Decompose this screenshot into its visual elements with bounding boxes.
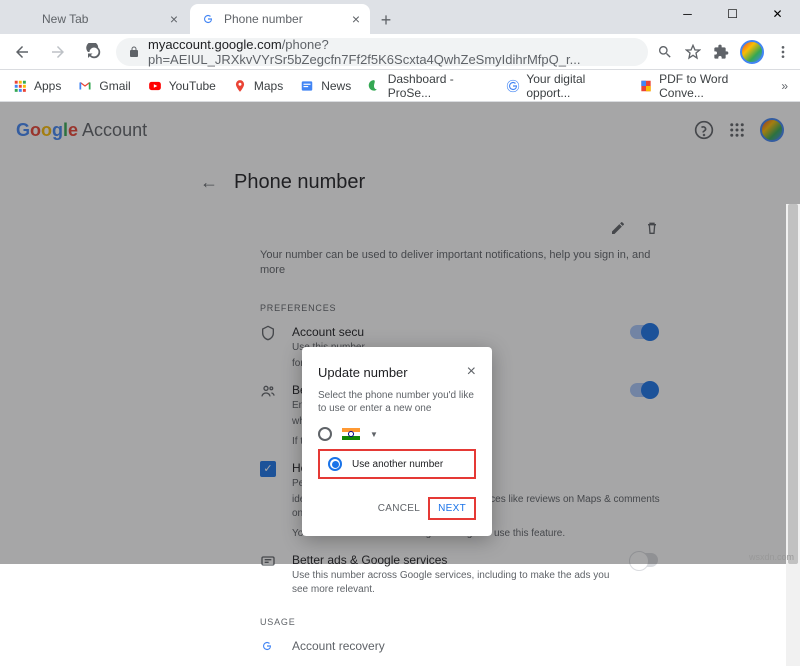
bookmarks-overflow-icon[interactable]: » xyxy=(781,79,788,93)
bookmark-label: Gmail xyxy=(99,79,130,93)
blank-tab-icon xyxy=(18,11,34,27)
browser-titlebar: New Tab × Phone number × + ─ ☐ ✕ xyxy=(0,0,800,34)
bookmark-maps[interactable]: Maps xyxy=(232,78,283,94)
forward-button[interactable] xyxy=(44,38,72,66)
back-button[interactable] xyxy=(8,38,36,66)
bookmark-pdf[interactable]: PDF to Word Conve... xyxy=(639,72,766,100)
radio-option-new-highlighted[interactable]: Use another number xyxy=(318,449,476,479)
close-icon[interactable]: × xyxy=(170,11,178,27)
radio-unselected-icon xyxy=(318,427,332,441)
reload-button[interactable] xyxy=(80,38,108,66)
radio-selected-icon xyxy=(328,457,342,471)
next-button[interactable]: NEXT xyxy=(428,497,476,520)
maps-icon xyxy=(232,78,248,94)
minimize-button[interactable]: ─ xyxy=(665,0,710,28)
url-text: myaccount.google.com/phone?ph=AEIUL_JRXk… xyxy=(148,37,636,67)
browser-tab-inactive[interactable]: New Tab × xyxy=(8,4,188,34)
bookmark-youtube[interactable]: YouTube xyxy=(147,78,216,94)
leaf-icon xyxy=(367,78,382,94)
page-content: GoogleAccount ← Phone number xyxy=(0,102,800,564)
close-icon[interactable]: × xyxy=(352,11,360,27)
bookmark-news[interactable]: News xyxy=(299,78,351,94)
bookmark-label: PDF to Word Conve... xyxy=(659,72,765,100)
cancel-button[interactable]: CANCEL xyxy=(378,503,420,514)
chevron-down-icon[interactable]: ▼ xyxy=(370,430,378,439)
watermark: wsxdn.com xyxy=(749,552,794,562)
youtube-icon xyxy=(147,78,163,94)
new-tab-button[interactable]: + xyxy=(372,6,400,34)
maximize-button[interactable]: ☐ xyxy=(710,0,755,28)
address-bar: myaccount.google.com/phone?ph=AEIUL_JRXk… xyxy=(0,34,800,70)
apps-shortcut[interactable]: Apps xyxy=(12,78,61,94)
google-g-icon xyxy=(260,639,280,653)
bookmark-label: YouTube xyxy=(169,79,216,93)
window-controls: ─ ☐ ✕ xyxy=(665,0,800,34)
scrollbar-thumb[interactable] xyxy=(788,204,798,564)
bookmark-digital[interactable]: Your digital opport... xyxy=(506,72,623,100)
flag-india-icon xyxy=(342,428,360,440)
scrollbar[interactable] xyxy=(786,204,800,666)
radio-label: Use another number xyxy=(352,459,443,470)
radio-option-existing[interactable]: ▼ xyxy=(318,427,476,441)
lock-icon xyxy=(128,46,140,58)
extensions-icon[interactable] xyxy=(712,43,730,61)
bookmark-gmail[interactable]: Gmail xyxy=(77,78,130,94)
chrome-menu-icon[interactable] xyxy=(774,43,792,61)
close-icon[interactable]: × xyxy=(467,363,476,381)
usage-account-recovery: Account recovery xyxy=(260,639,660,653)
zoom-icon[interactable] xyxy=(656,43,674,61)
tab-title: New Tab xyxy=(42,12,88,26)
bookmark-label: Apps xyxy=(34,79,61,93)
gmail-icon xyxy=(77,78,93,94)
omnibox[interactable]: myaccount.google.com/phone?ph=AEIUL_JRXk… xyxy=(116,38,648,66)
address-actions xyxy=(656,40,792,64)
pdf-icon xyxy=(639,78,654,94)
usage-item-label: Account recovery xyxy=(292,639,660,653)
dialog-description: Select the phone number you'd like to us… xyxy=(318,389,476,415)
bookmark-label: Dashboard - ProSe... xyxy=(388,72,490,100)
dialog-title: Update number xyxy=(318,365,408,380)
star-icon[interactable] xyxy=(684,43,702,61)
google-favicon xyxy=(200,11,216,27)
profile-avatar[interactable] xyxy=(740,40,764,64)
tab-title: Phone number xyxy=(224,12,303,26)
bookmark-label: Maps xyxy=(254,79,283,93)
bookmark-label: Your digital opport... xyxy=(526,72,622,100)
update-number-dialog: Update number × Select the phone number … xyxy=(302,347,492,536)
news-icon xyxy=(299,78,315,94)
browser-tab-active[interactable]: Phone number × xyxy=(190,4,370,34)
usage-label: USAGE xyxy=(260,617,660,627)
bookmark-label: News xyxy=(321,79,351,93)
apps-grid-icon xyxy=(12,78,28,94)
bookmarks-bar: Apps Gmail YouTube Maps News Dashboard -… xyxy=(0,70,800,102)
bookmark-dashboard[interactable]: Dashboard - ProSe... xyxy=(367,72,490,100)
google-g-icon xyxy=(506,78,521,94)
close-window-button[interactable]: ✕ xyxy=(755,0,800,28)
